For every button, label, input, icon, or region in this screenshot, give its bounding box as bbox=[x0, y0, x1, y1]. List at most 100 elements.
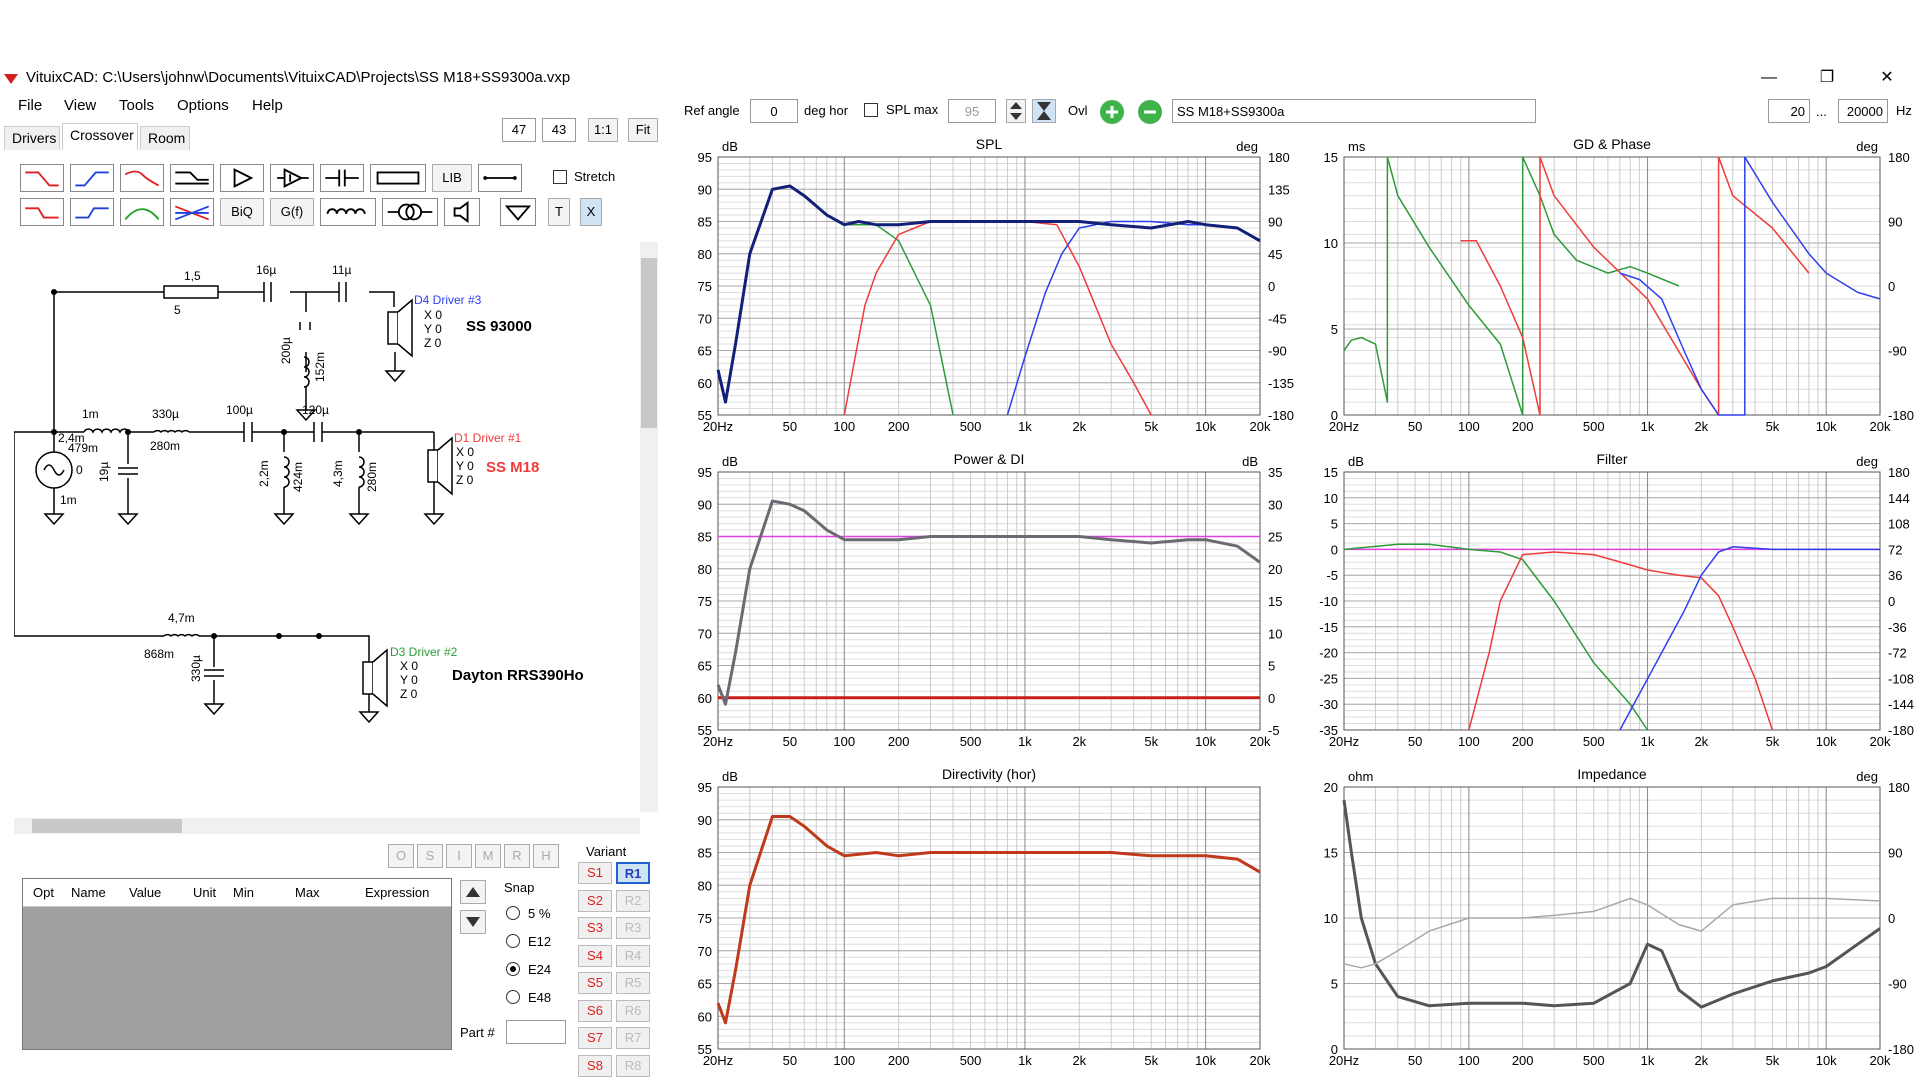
filter-chart[interactable]: Filter dB deg 15 10 5 0 -5 -10 -15 -20 -25 -30 -35 180… bbox=[1304, 448, 1920, 754]
part-l280b-label[interactable]: 280m bbox=[365, 462, 379, 492]
variant-s4-button[interactable]: S4 bbox=[578, 944, 612, 967]
menu-view[interactable]: View bbox=[64, 97, 96, 114]
power-di-chart[interactable]: Power & DI dB dB 95 90 85 80 75 70 65 60 55 35 30 25 20… bbox=[678, 448, 1300, 754]
variant-s6-button[interactable]: S6 bbox=[578, 999, 612, 1022]
variant-r3-button[interactable]: R3 bbox=[616, 917, 650, 939]
variant-r2-button[interactable]: R2 bbox=[616, 889, 650, 912]
opt-i-button[interactable]: I bbox=[446, 844, 472, 868]
lowpass-bump-tool[interactable] bbox=[120, 164, 164, 192]
part-l330-label[interactable]: 330µ bbox=[152, 407, 179, 421]
add-overlay-button[interactable] bbox=[1098, 99, 1126, 125]
tab-crossover[interactable]: Crossover bbox=[62, 123, 138, 150]
part-r5-label[interactable]: 5 bbox=[174, 303, 181, 317]
buffer-tool[interactable] bbox=[220, 164, 264, 192]
spl-chart[interactable]: SPL dB deg 95 90 85 80 75 70 65 60 55 180 135 90 45 0 -45… bbox=[678, 133, 1300, 439]
overlay-name-input[interactable] bbox=[1172, 99, 1536, 123]
horizontal-scroll-thumb[interactable] bbox=[32, 819, 182, 833]
highpass-tool[interactable] bbox=[70, 164, 114, 192]
variant-r6-button[interactable]: R6 bbox=[616, 999, 650, 1022]
schematic-horizontal-scrollbar[interactable] bbox=[14, 818, 640, 834]
ref-angle-input[interactable] bbox=[750, 99, 798, 123]
variant-s7-button[interactable]: S7 bbox=[578, 1027, 612, 1049]
variant-r7-button[interactable]: R7 bbox=[616, 1027, 650, 1049]
capacitor-tool[interactable] bbox=[320, 164, 364, 192]
bandpass-tool[interactable] bbox=[120, 198, 164, 226]
move-up-button[interactable] bbox=[460, 880, 486, 904]
part-c120-label[interactable]: 120µ bbox=[302, 403, 329, 417]
part-c16-label[interactable]: 16µ bbox=[256, 263, 276, 277]
remove-overlay-button[interactable] bbox=[1136, 99, 1164, 125]
text-tool-button[interactable]: T bbox=[548, 198, 570, 226]
freq-min-input[interactable] bbox=[1768, 99, 1810, 123]
directivity-chart[interactable]: Directivity (hor) dB 95 90 85 80 75 70 65 60 55 20H… bbox=[678, 763, 1300, 1073]
opt-r-button[interactable]: R bbox=[504, 844, 530, 868]
hourglass-button[interactable] bbox=[1032, 99, 1056, 123]
transfer-function-button[interactable]: G(f) bbox=[270, 198, 314, 226]
part-l152-label[interactable]: 152m bbox=[313, 352, 327, 382]
spl-max-input[interactable] bbox=[948, 99, 996, 123]
library-button[interactable]: LIB bbox=[432, 164, 472, 192]
freq-max-input[interactable] bbox=[1838, 99, 1888, 123]
menu-options[interactable]: Options bbox=[177, 97, 229, 114]
part-c19-label[interactable]: 19µ bbox=[97, 462, 111, 482]
shelf-tool[interactable] bbox=[170, 164, 214, 192]
variant-s5-button[interactable]: S5 bbox=[578, 972, 612, 994]
impedance-chart[interactable]: Impedance ohm deg 20 15 10 5 0 180 90 0 -90 -180 20Hz… bbox=[1304, 763, 1920, 1073]
d3-driver-label[interactable]: D3 Driver #2 bbox=[390, 645, 458, 659]
zoom-fit-button[interactable]: Fit bbox=[628, 118, 658, 142]
zoom-1to1-button[interactable]: 1:1 bbox=[588, 118, 618, 142]
variant-r1-button[interactable]: R1 bbox=[616, 862, 650, 884]
opt-o-button[interactable]: O bbox=[388, 844, 414, 868]
part-l1m-label[interactable]: 1m bbox=[82, 407, 99, 421]
snap-radio-5[interactable] bbox=[506, 906, 520, 920]
zoom-value-b[interactable]: 43 bbox=[542, 118, 576, 142]
spl-spin-button[interactable] bbox=[1006, 99, 1026, 123]
tab-room[interactable]: Room bbox=[140, 126, 190, 150]
parameter-table[interactable]: Opt Name Value Unit Min Max Expression bbox=[22, 878, 452, 1050]
resistor-tool[interactable] bbox=[370, 164, 426, 192]
opt-m-button[interactable]: M bbox=[475, 844, 501, 868]
delete-tool-button[interactable]: X bbox=[580, 198, 602, 226]
zoom-value-a[interactable]: 47 bbox=[502, 118, 536, 142]
variant-s2-button[interactable]: S2 bbox=[578, 889, 612, 912]
tab-drivers[interactable]: Drivers bbox=[4, 126, 60, 150]
variant-r4-button[interactable]: R4 bbox=[616, 944, 650, 967]
speaker-tool[interactable] bbox=[444, 198, 480, 226]
part-l1mb-label[interactable]: 1m bbox=[60, 493, 77, 507]
part-number-input[interactable] bbox=[506, 1020, 566, 1044]
d1-driver-label[interactable]: D1 Driver #1 bbox=[454, 431, 522, 445]
variant-s3-button[interactable]: S3 bbox=[578, 917, 612, 939]
part-c330-label[interactable]: 330µ bbox=[189, 655, 203, 682]
opt-s-button[interactable]: S bbox=[417, 844, 443, 868]
snap-radio-e48[interactable] bbox=[506, 990, 520, 1004]
menu-tools[interactable]: Tools bbox=[119, 97, 154, 114]
part-r15-label[interactable]: 1,5 bbox=[184, 269, 201, 283]
opt-h-button[interactable]: H bbox=[533, 844, 559, 868]
move-down-button[interactable] bbox=[460, 910, 486, 934]
variant-s8-button[interactable]: S8 bbox=[578, 1054, 612, 1077]
restore-button[interactable]: ❐ bbox=[1804, 67, 1850, 89]
variant-r5-button[interactable]: R5 bbox=[616, 972, 650, 994]
inductor-tool[interactable] bbox=[320, 198, 376, 226]
d4-driver-label[interactable]: D4 Driver #3 bbox=[414, 293, 482, 307]
schematic-vertical-scrollbar[interactable] bbox=[640, 242, 658, 812]
part-c100-label[interactable]: 100µ bbox=[226, 403, 253, 417]
opamp-tool[interactable] bbox=[270, 164, 314, 192]
variant-s1-button[interactable]: S1 bbox=[578, 862, 612, 884]
gd-phase-chart[interactable]: GD & Phase ms deg 15 10 5 0 180 90 0 -90 -180 20Hz 50… bbox=[1304, 133, 1920, 439]
ground-tool[interactable] bbox=[500, 198, 536, 226]
menu-file[interactable]: File bbox=[18, 97, 42, 114]
wire-tool[interactable] bbox=[478, 164, 522, 192]
part-l424-label[interactable]: 424m bbox=[291, 462, 305, 492]
part-l280-label[interactable]: 280m bbox=[150, 439, 180, 453]
crossover-schematic[interactable]: 1,5 5 16µ 11µ 200µ 152m D4 Driver #3 X 0… bbox=[13, 242, 646, 812]
variant-r8-button[interactable]: R8 bbox=[616, 1054, 650, 1077]
stretch-checkbox[interactable] bbox=[553, 170, 567, 184]
vertical-scroll-thumb[interactable] bbox=[641, 258, 657, 428]
menu-help[interactable]: Help bbox=[252, 97, 283, 114]
part-c11-label[interactable]: 11µ bbox=[332, 263, 351, 277]
spl-max-checkbox[interactable] bbox=[864, 103, 878, 117]
highpass2-tool[interactable] bbox=[70, 198, 114, 226]
part-c200-label[interactable]: 200µ bbox=[279, 337, 293, 364]
part-r479-label[interactable]: 479m bbox=[68, 441, 98, 455]
